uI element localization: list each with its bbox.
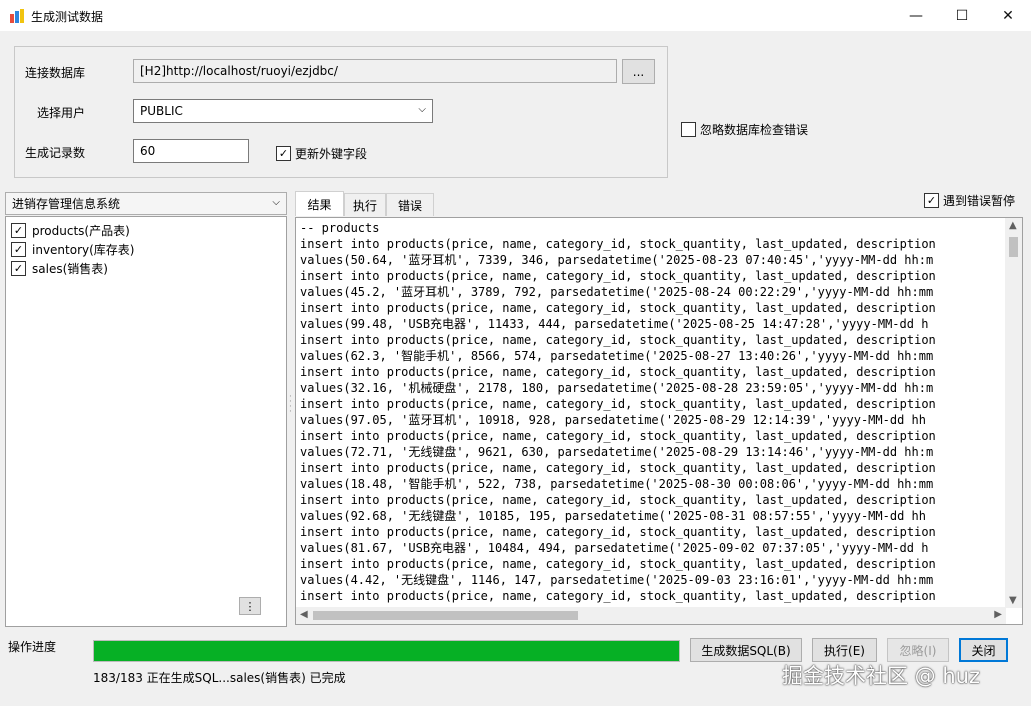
ignore-db-errors-label: 忽略数据库检查错误 — [700, 123, 809, 137]
table-item-products[interactable]: ✓ products(产品表) — [11, 222, 130, 239]
app-icon — [10, 9, 24, 23]
table-list[interactable]: ✓ products(产品表) ✓ inventory(库存表) ✓ sales… — [5, 216, 287, 627]
sql-line: values(32.16, '机械硬盘', 2178, 180, parseda… — [300, 381, 934, 395]
sql-line: insert into products(price, name, catego… — [300, 333, 936, 347]
update-fk-checkbox[interactable]: ✓ 更新外键字段 — [276, 145, 367, 162]
progress-bar — [93, 640, 680, 662]
scroll-down-icon[interactable]: ▼ — [1009, 595, 1017, 606]
ignore-button[interactable]: 忽略(I) — [887, 638, 949, 662]
sql-line: insert into products(price, name, catego… — [300, 301, 936, 315]
chevron-down-icon: ⌵ — [418, 104, 426, 115]
sql-output-text: -- products insert into products(price, n… — [300, 220, 1004, 606]
close-icon: ✕ — [1002, 7, 1014, 24]
progress-bar-fill — [94, 641, 679, 661]
sql-line: values(18.48, '智能手机', 522, 738, parsedat… — [300, 477, 934, 491]
checkbox-checked-icon: ✓ — [11, 223, 26, 238]
sql-line: values(50.64, '蓝牙耳机', 7339, 346, parseda… — [300, 253, 934, 267]
maximize-icon: ☐ — [955, 7, 969, 24]
sql-line: insert into products(price, name, catego… — [300, 429, 936, 443]
maximize-button[interactable]: ☐ — [939, 0, 985, 31]
table-item-inventory[interactable]: ✓ inventory(库存表) — [11, 241, 134, 258]
sql-line: values(99.48, 'USB充电器', 11433, 444, pars… — [300, 317, 929, 331]
checkbox-unchecked-icon — [681, 122, 696, 137]
progress-label: 操作进度 — [8, 640, 57, 654]
ignore-db-errors-checkbox[interactable]: 忽略数据库检查错误 — [681, 121, 808, 138]
count-label: 生成记录数 — [25, 146, 86, 160]
table-item-label: inventory(库存表) — [32, 243, 135, 257]
chevron-down-icon: ⌵ — [272, 197, 280, 208]
tab-execute[interactable]: 执行 — [344, 193, 386, 216]
window-title: 生成测试数据 — [31, 10, 104, 24]
db-label: 连接数据库 — [25, 66, 86, 80]
scroll-left-icon[interactable]: ◀ — [300, 609, 308, 620]
system-select-value: 进销存管理信息系统 — [12, 197, 121, 211]
sql-line: values(62.3, '智能手机', 8566, 574, parsedat… — [300, 349, 934, 363]
browse-db-button[interactable]: ... — [622, 59, 655, 84]
sql-line: insert into products(price, name, catego… — [300, 461, 936, 475]
generate-sql-button[interactable]: 生成数据SQL(B) — [690, 638, 802, 662]
table-item-sales[interactable]: ✓ sales(销售表) — [11, 260, 108, 277]
vertical-scroll-thumb[interactable] — [1009, 237, 1018, 257]
sql-line: values(97.05, '蓝牙耳机', 10918, 928, parsed… — [300, 413, 926, 427]
tab-errors[interactable]: 错误 — [386, 193, 434, 216]
system-select[interactable]: 进销存管理信息系统 ⌵ — [5, 192, 287, 215]
minimize-button[interactable]: — — [893, 0, 939, 31]
sql-line: values(92.68, '无线键盘', 10185, 195, parsed… — [300, 509, 926, 523]
user-select[interactable]: PUBLIC ⌵ — [133, 99, 433, 123]
user-label: 选择用户 — [37, 106, 86, 120]
vertical-scrollbar[interactable]: ▲ ▼ — [1005, 218, 1022, 608]
watermark: 掘金技术社区 @ huz — [782, 664, 980, 688]
scroll-right-icon[interactable]: ▶ — [994, 609, 1002, 620]
minimize-icon: — — [909, 7, 923, 24]
user-select-value: PUBLIC — [140, 104, 183, 118]
horizontal-scroll-thumb[interactable] — [313, 611, 578, 620]
horizontal-scrollbar[interactable]: ◀ ▶ — [296, 607, 1006, 624]
table-item-label: sales(销售表) — [32, 262, 108, 276]
sql-line: insert into products(price, name, catego… — [300, 525, 936, 539]
update-fk-label: 更新外键字段 — [295, 147, 368, 161]
record-count-input[interactable]: 60 — [133, 139, 249, 163]
sql-line: values(72.71, '无线键盘', 9621, 630, parseda… — [300, 445, 934, 459]
sql-line: values(4.42, '无线键盘', 1146, 147, parsedat… — [300, 573, 934, 587]
checkbox-checked-icon: ✓ — [11, 242, 26, 257]
sql-output-panel[interactable]: -- products insert into products(price, n… — [295, 217, 1023, 625]
pause-on-error-label: 遇到错误暂停 — [943, 194, 1016, 208]
sql-line: insert into products(price, name, catego… — [300, 397, 936, 411]
db-connection-field[interactable]: [H2]http://localhost/ruoyi/ezjdbc/ — [133, 59, 617, 83]
sql-line: values(81.67, 'USB充电器', 10484, 494, pars… — [300, 541, 929, 555]
sql-line: -- products — [300, 221, 380, 235]
checkbox-checked-icon: ✓ — [924, 193, 939, 208]
sql-line: insert into products(price, name, catego… — [300, 365, 936, 379]
pause-on-error-checkbox[interactable]: ✓ 遇到错误暂停 — [924, 192, 1015, 209]
checkbox-checked-icon: ✓ — [276, 146, 291, 161]
sql-line: insert into products(price, name, catego… — [300, 269, 936, 283]
close-button[interactable]: 关闭 — [959, 638, 1008, 662]
scroll-up-icon[interactable]: ▲ — [1009, 220, 1017, 231]
table-item-label: products(产品表) — [32, 224, 130, 238]
title-bar[interactable]: 生成测试数据 — ☐ ✕ — [0, 0, 1031, 31]
execute-button[interactable]: 执行(E) — [812, 638, 877, 662]
sql-line: insert into products(price, name, catego… — [300, 557, 936, 571]
sql-line: insert into products(price, name, catego… — [300, 237, 936, 251]
splitter-handle[interactable]: · · · · — [289, 393, 292, 417]
close-window-button[interactable]: ✕ — [985, 0, 1031, 31]
sql-line: insert into products(price, name, catego… — [300, 493, 936, 507]
progress-status: 183/183 正在生成SQL...sales(销售表) 已完成 — [93, 671, 346, 685]
tab-result[interactable]: 结果 — [295, 191, 344, 216]
sql-line: values(45.2, '蓝牙耳机', 3789, 792, parsedat… — [300, 285, 934, 299]
vertical-dots-icon: ⋮ — [244, 599, 256, 613]
checkbox-checked-icon: ✓ — [11, 261, 26, 276]
more-options-button[interactable]: ⋮ — [239, 597, 261, 615]
sql-line: insert into products(price, name, catego… — [300, 589, 936, 603]
